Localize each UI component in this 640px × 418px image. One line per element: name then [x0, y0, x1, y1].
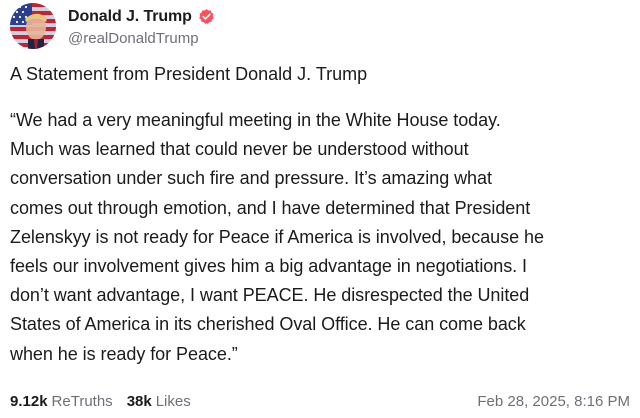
retruths-stat[interactable]: 9.12k ReTruths: [10, 393, 113, 410]
likes-count: 38k: [126, 392, 152, 410]
author-handle[interactable]: @realDonaldTrump: [68, 30, 215, 47]
post-body-line: conversation under such fire and pressur…: [10, 168, 492, 189]
post-body-line: “We had a very meaningful meeting in the…: [10, 110, 501, 130]
retruths-count: 9.12k: [10, 392, 48, 410]
post-body-line: Much was learned that could never be und…: [10, 139, 469, 160]
post-body-line: States of America in its cherished Oval …: [10, 314, 526, 335]
post-body-line: feels our involvement gives him a big ad…: [10, 256, 528, 277]
name-row: Donald J. Trump: [68, 6, 215, 28]
likes-stat[interactable]: 38k Likes: [127, 393, 191, 410]
post-headline: A Statement from President Donald J. Tru…: [10, 64, 368, 84]
author-display-name[interactable]: Donald J. Trump: [68, 8, 192, 26]
post-body: “We had a very meaningful meeting in the…: [10, 106, 632, 369]
author-identity: Donald J. Trump @realDonaldTrump: [68, 6, 215, 47]
likes-label: Likes: [155, 392, 191, 410]
post-footer: 9.12k ReTruths 38k Likes Feb 28, 2025, 8…: [10, 390, 630, 412]
post-timestamp[interactable]: Feb 28, 2025, 8:16 PM: [477, 393, 630, 410]
verified-badge-icon: [198, 8, 215, 25]
post-header: Donald J. Trump @realDonaldTrump: [10, 2, 215, 50]
truth-post: Donald J. Trump @realDonaldTrump A State…: [0, 0, 640, 418]
avatar-image: [10, 3, 56, 49]
post-body-line: when he is ready for Peace.”: [10, 343, 238, 364]
post-body-line: Zelenskyy is not ready for Peace if Amer…: [10, 226, 544, 247]
post-body-line: don’t want advantage, I want PEACE. He d…: [10, 285, 530, 306]
retruths-label: ReTruths: [51, 392, 113, 410]
post-body-line: comes out through emotion, and I have de…: [10, 197, 531, 218]
avatar[interactable]: [10, 3, 56, 49]
